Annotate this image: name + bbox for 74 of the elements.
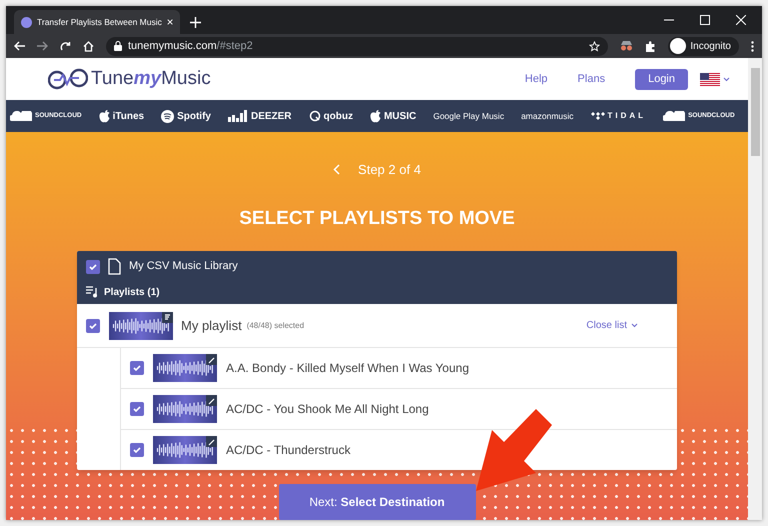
chevron-down-icon: [631, 323, 638, 328]
service-logo: Spotify: [177, 110, 211, 124]
check-icon: [132, 404, 142, 414]
file-icon: [108, 258, 121, 275]
browser-tab[interactable]: Transfer Playlists Between Music: [14, 10, 180, 34]
profile-button[interactable]: Incognito: [668, 36, 739, 56]
page-heading: SELECT PLAYLISTS TO MOVE: [239, 206, 515, 230]
close-icon[interactable]: [166, 18, 173, 26]
service-logo: qobuz: [324, 110, 353, 124]
waveform-icon: [111, 316, 169, 336]
playlist-icon: [86, 286, 99, 298]
waveform-icon: [155, 440, 213, 460]
new-tab-icon[interactable]: [190, 17, 201, 28]
playlist-name: My playlist: [181, 316, 242, 335]
star-icon[interactable]: [589, 40, 600, 52]
checkbox[interactable]: [130, 361, 144, 375]
check-icon: [132, 363, 142, 373]
check-icon: [132, 445, 142, 455]
reload-icon[interactable]: [60, 40, 71, 52]
tidal-icon: [590, 112, 605, 120]
close-list-button[interactable]: Close list: [586, 318, 638, 333]
puzzle-icon[interactable]: [645, 40, 656, 52]
nav-link[interactable]: Plans: [578, 70, 606, 88]
spotify-icon: [161, 110, 174, 122]
checkbox[interactable]: [130, 443, 144, 457]
apple-icon: [98, 110, 110, 122]
next-button[interactable]: Next: Select Destination: [278, 484, 476, 520]
service-logo: TIDAL: [608, 110, 646, 122]
maximize-icon[interactable]: [700, 15, 710, 25]
forward-icon[interactable]: [37, 41, 48, 51]
incognito-avatar-icon: [670, 38, 686, 54]
track-title: A.A. Bondy - Killed Myself When I Was Young: [226, 360, 470, 377]
service-logo: Google Play Music: [433, 110, 504, 122]
selection-count: (48/48) selected: [246, 320, 304, 332]
equalizer-icon: [228, 110, 248, 122]
playlist-icon: [162, 312, 173, 322]
cloud-icon: [10, 111, 32, 121]
checkbox[interactable]: [130, 402, 144, 416]
qobuz-icon: [308, 110, 321, 122]
service-logo: DEEZER: [250, 110, 292, 124]
service-logo: amazonmusic: [521, 110, 574, 122]
track-title: AC/DC - You Shook Me All Night Long: [226, 401, 429, 418]
library-name: My CSV Music Library: [129, 259, 238, 274]
close-icon[interactable]: [736, 15, 746, 25]
check-icon: [88, 320, 98, 330]
step-indicator: Step 2 of 4: [358, 161, 421, 179]
back-icon[interactable]: [14, 41, 25, 51]
check-icon: [88, 262, 98, 272]
scrollbar[interactable]: [748, 58, 762, 520]
waveform-icon: [155, 358, 213, 378]
apple-icon: [370, 110, 381, 122]
waveform-icon: [155, 399, 213, 419]
service-logo: MUSIC: [384, 110, 416, 124]
edit-icon: [206, 354, 217, 365]
site-logo[interactable]: TunemyMusic: [91, 64, 211, 94]
section-label: Playlists (1): [104, 286, 160, 300]
lock-icon: [114, 41, 122, 51]
cloud-icon: [663, 111, 686, 121]
checkbox[interactable]: [86, 318, 100, 332]
edit-icon: [206, 436, 217, 447]
address-field[interactable]: tunemymusic.com/#step2: [106, 36, 608, 56]
more-icon[interactable]: [751, 40, 754, 52]
track-title: AC/DC - Thunderstruck: [226, 442, 350, 459]
us-flag-icon[interactable]: [700, 72, 720, 86]
logo-icon: [48, 68, 88, 90]
home-icon[interactable]: [83, 40, 94, 52]
incognito-extension-icon[interactable]: [620, 41, 634, 51]
login-button[interactable]: Login: [635, 68, 688, 90]
checkbox[interactable]: [86, 260, 100, 274]
caret-icon[interactable]: [723, 76, 730, 82]
edit-icon: [206, 395, 217, 406]
site-favicon: [21, 16, 32, 28]
service-logo: iTunes: [112, 110, 144, 124]
nav-link[interactable]: Help: [524, 70, 548, 88]
